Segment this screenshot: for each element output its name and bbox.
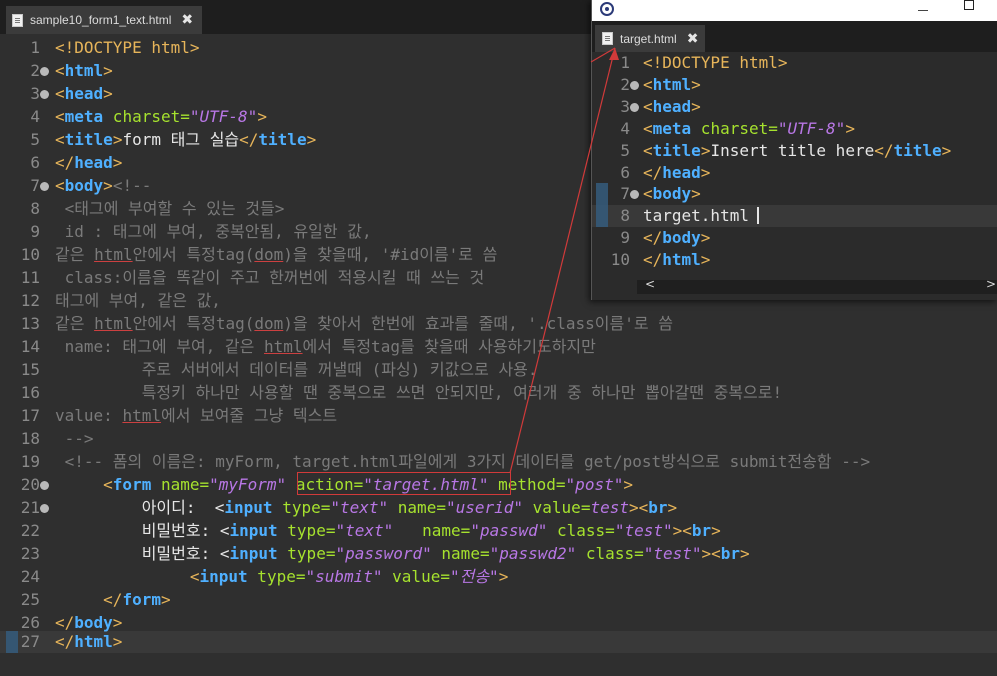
html-file-icon — [602, 32, 613, 45]
code-line: 18 --> — [20, 429, 94, 448]
text-cursor — [757, 207, 759, 224]
fold-toggle-icon[interactable] — [630, 103, 639, 112]
code-line: 21 아이디: <input type="text" name="userid"… — [20, 498, 678, 517]
code-line: 2 <html> — [620, 75, 701, 94]
horizontal-scrollbar[interactable]: < > — [637, 277, 997, 294]
scroll-left-icon[interactable]: < — [645, 277, 655, 291]
fold-toggle-icon[interactable] — [40, 67, 49, 76]
code-line: 1 <!DOCTYPE html> — [620, 53, 788, 72]
code-line: 15 주로 서버에서 데이터를 꺼낼때 (파싱) 키값으로 사용. — [20, 360, 538, 379]
app-icon — [600, 2, 614, 16]
window-title-bar — [592, 0, 997, 21]
code-line: 8 target.html — [620, 206, 749, 225]
maximize-icon[interactable] — [964, 0, 974, 10]
target-window: target.html ✖ 1 <!DOCTYPE html> 2 <html> 3… — [591, 0, 997, 300]
code-line: 17 value: html에서 보여줄 그냥 텍스트 — [20, 406, 338, 425]
code-line: 3 <head> — [620, 97, 701, 116]
code-line: 22 비밀번호: <input type="text" name="passwd… — [20, 521, 721, 540]
fold-toggle-icon[interactable] — [40, 504, 49, 513]
action-attribute-highlight-box — [297, 472, 511, 495]
close-tab-icon[interactable]: ✖ — [687, 31, 699, 47]
code-line: 13 같은 html안에서 특정tag(dom)을 찾아서 한번에 효과를 줄때,… — [20, 314, 673, 333]
tab-sample10-form1-text[interactable]: sample10_form1_text.html ✖ — [6, 6, 202, 34]
target-code-editor[interactable]: 1 <!DOCTYPE html> 2 <html> 3 <head> 4 <meta … — [592, 52, 997, 290]
code-line: 19 <!-- 폼의 이름은: myForm, target.html파일에게 … — [20, 452, 871, 471]
fold-toggle-icon[interactable] — [40, 90, 49, 99]
close-tab-icon[interactable]: ✖ — [181, 12, 193, 28]
code-line: 14 name: 태그에 부여, 같은 html에서 특정tag를 찾을때 사용… — [20, 337, 596, 356]
tab-target-html[interactable]: target.html ✖ — [595, 25, 705, 52]
code-line: 25 </form> — [20, 590, 171, 609]
fold-toggle-icon[interactable] — [630, 81, 639, 90]
code-line: 24 <input type="submit" value="전송"> — [20, 567, 509, 586]
target-tab-bar: target.html ✖ — [592, 21, 997, 52]
fold-toggle-icon[interactable] — [630, 190, 639, 199]
fold-toggle-icon[interactable] — [40, 182, 49, 191]
tab-label: sample10_form1_text.html — [30, 13, 172, 27]
code-line: 16 특정키 하나만 사용할 땐 중복으로 쓰면 안되지만, 여러개 중 하나만… — [20, 383, 783, 402]
code-line: 6 </head> — [620, 163, 711, 182]
code-line: 4 <meta charset="UTF-8"> — [620, 119, 855, 138]
code-line: 27 </html> — [20, 632, 123, 651]
scroll-right-icon[interactable]: > — [986, 277, 996, 291]
code-line: 7 <body> — [620, 184, 701, 203]
html-file-icon — [12, 13, 23, 27]
minimize-icon[interactable] — [918, 10, 928, 11]
fold-toggle-icon[interactable] — [40, 481, 49, 490]
code-line: 10 </html> — [610, 250, 711, 269]
code-line: 9 </body> — [620, 228, 711, 247]
code-line: 5 <title>Insert title here</title> — [620, 141, 952, 160]
code-line: 23 비밀번호: <input type="password" name="pa… — [20, 544, 750, 563]
tab-label: target.html — [620, 31, 677, 46]
